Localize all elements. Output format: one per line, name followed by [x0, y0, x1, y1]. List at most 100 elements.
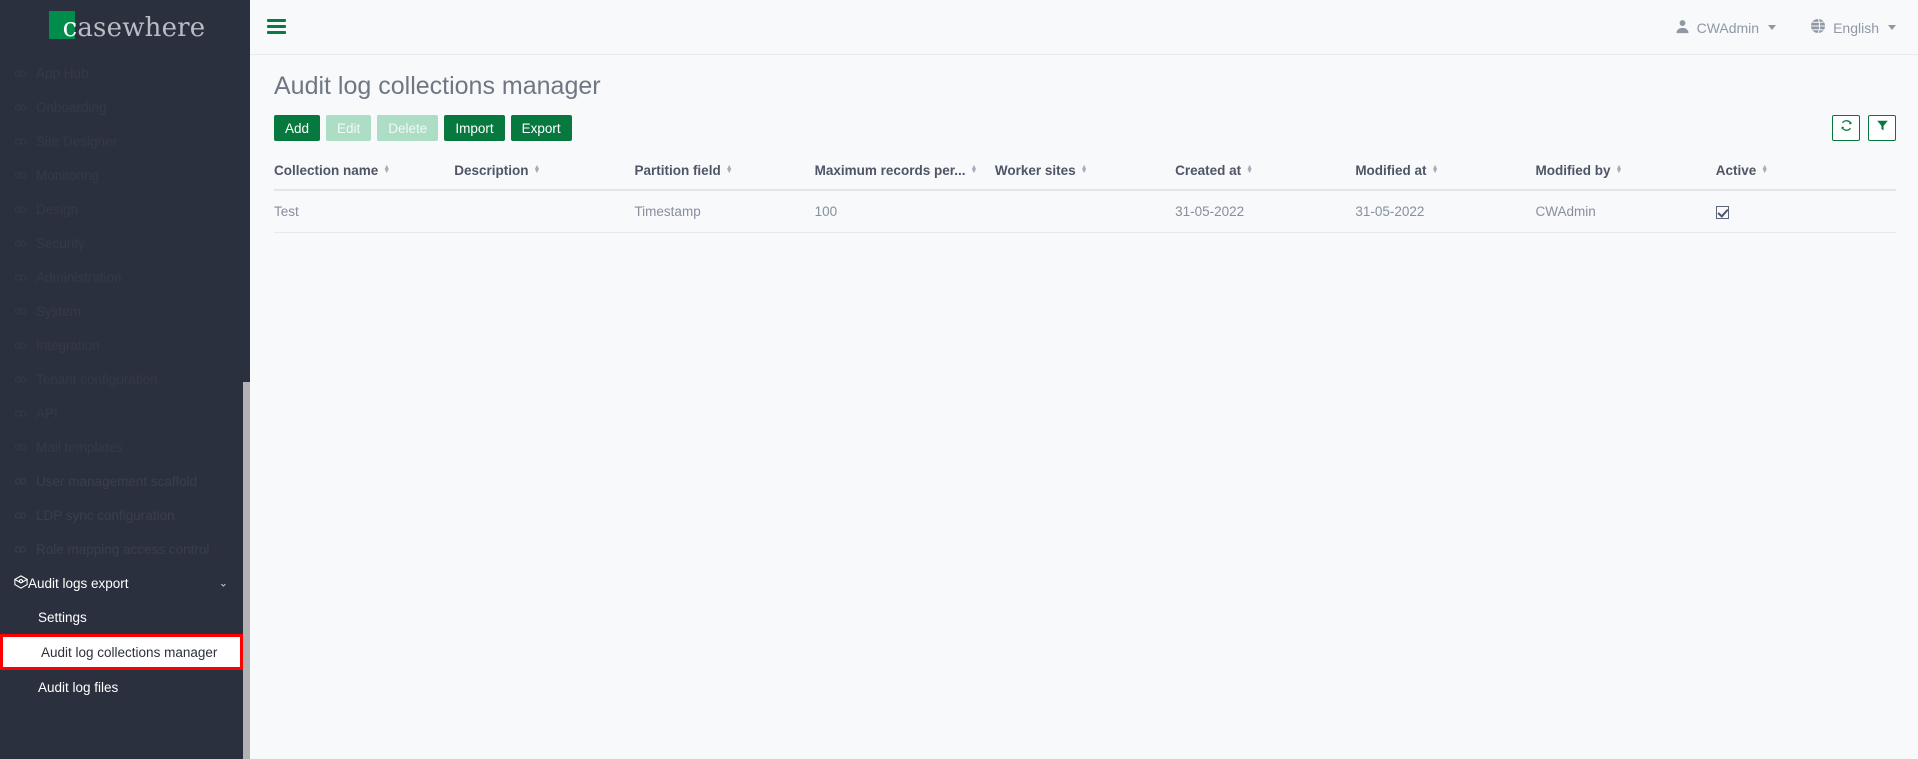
toolbar-icon-buttons: [1832, 115, 1896, 141]
sidebar-item-design[interactable]: Design: [0, 192, 250, 226]
sidebar-scrollbar-track[interactable]: [243, 0, 250, 759]
filter-button[interactable]: [1868, 115, 1896, 141]
sort-toggle-icon[interactable]: ▲ ▼: [533, 164, 540, 175]
sidebar-item-label: Role mapping access control: [36, 541, 210, 557]
hamburger-icon[interactable]: [267, 19, 286, 35]
delete-button: Delete: [377, 115, 439, 141]
column-header-label: Active: [1715, 163, 1757, 178]
sidebar-item-monitoring[interactable]: Monitoring: [0, 158, 250, 192]
cube-icon: [13, 574, 29, 592]
table-head: Collection name ▲ ▼ Description ▲ ▼ Partition …: [274, 163, 1896, 191]
export-button[interactable]: Export: [510, 115, 572, 141]
sidebar-item-site-designer[interactable]: Site Designer: [0, 124, 250, 158]
sidebar-item-api[interactable]: API: [0, 396, 250, 430]
sidebar-scrollbar-thumb[interactable]: [243, 382, 250, 759]
sidebar-item-label: Settings: [38, 609, 87, 625]
column-header-label: Collection name: [274, 163, 379, 178]
sort-toggle-icon[interactable]: ▲ ▼: [383, 164, 390, 175]
filter-icon: [1876, 119, 1889, 137]
sidebar-item-integration[interactable]: Integration: [0, 328, 250, 362]
sync-icon: [14, 509, 36, 522]
sort-toggle-icon[interactable]: ▲ ▼: [970, 164, 977, 175]
app-logo[interactable]: casewhere: [0, 0, 250, 56]
shield-icon: [14, 237, 36, 250]
sidebar-item-onboarding[interactable]: Onboarding: [0, 90, 250, 124]
toolbar-buttons: Add Edit Delete Import Export: [274, 115, 572, 141]
column-header-collection-name[interactable]: Collection name ▲ ▼: [274, 163, 455, 191]
column-header-modified-by[interactable]: Modified by ▲ ▼: [1535, 163, 1716, 191]
sidebar-item-app-hub[interactable]: App Hub: [0, 56, 250, 90]
main-content: Audit log collections manager Add Edit Del…: [250, 55, 1918, 759]
sidebar-item-settings[interactable]: Settings: [0, 600, 250, 634]
chevron-down-icon[interactable]: ⌄: [219, 577, 228, 590]
column-header-label: Maximum records per...: [814, 163, 966, 178]
column-header-label: Modified at: [1355, 163, 1427, 178]
sidebar-item-administration[interactable]: Administration: [0, 260, 250, 294]
import-button[interactable]: Import: [444, 115, 505, 141]
globe-icon: [1810, 18, 1826, 37]
sidebar-item-label: System: [36, 303, 82, 319]
sort-toggle-icon[interactable]: ▲ ▼: [726, 164, 733, 175]
sidebar-nav-secondary: User management scaffold LDP sync configu…: [0, 464, 250, 566]
cell-created-at: 31-05-2022: [1175, 190, 1356, 233]
sidebar-item-label: Integration: [36, 337, 100, 353]
sidebar-item-system[interactable]: System: [0, 294, 250, 328]
sidebar-item-tenant-configuration[interactable]: Tenant configuration: [0, 362, 250, 396]
add-button[interactable]: Add: [274, 115, 321, 141]
sidebar-nav-primary: App Hub Onboarding Site Designer Monitoring…: [0, 56, 250, 464]
sidebar-item-label: Security: [36, 235, 85, 251]
users-icon: [14, 475, 36, 488]
cell-active: [1715, 190, 1896, 233]
hamburger-bar: [267, 19, 286, 22]
sidebar-item-label: Administration: [36, 269, 122, 285]
sort-toggle-icon[interactable]: ▲ ▼: [1761, 164, 1768, 175]
column-header-partition-field[interactable]: Partition field ▲ ▼: [634, 163, 815, 191]
cog-icon: [14, 305, 36, 318]
cell-partition-field: Timestamp: [634, 190, 815, 233]
sidebar: casewhere App Hub Onboarding Site Designer…: [0, 0, 250, 759]
data-grid: Collection name ▲ ▼ Description ▲ ▼ Partition …: [272, 163, 1896, 233]
refresh-icon: [1840, 119, 1853, 137]
table-row[interactable]: Test Timestamp 100 31-05-2022 31-05-2022 CWAd…: [274, 190, 1896, 233]
grid-icon: [14, 67, 36, 80]
sidebar-item-user-management-scaffold[interactable]: User management scaffold: [0, 464, 250, 498]
column-header-description[interactable]: Description ▲ ▼: [454, 163, 635, 191]
sidebar-group-label: Audit logs export: [28, 575, 129, 591]
sidebar-item-label: Audit log collections manager: [41, 644, 218, 660]
column-header-label: Modified by: [1535, 163, 1611, 178]
column-header-label: Worker sites: [994, 163, 1076, 178]
column-header-modified-at[interactable]: Modified at ▲ ▼: [1355, 163, 1536, 191]
hamburger-bar: [267, 31, 286, 34]
user-menu[interactable]: CWAdmin: [1675, 19, 1777, 37]
cell-modified-by: CWAdmin: [1535, 190, 1716, 233]
sidebar-item-audit-log-files[interactable]: Audit log files: [0, 670, 250, 704]
active-checkbox-checked[interactable]: [1715, 205, 1729, 219]
sort-toggle-icon[interactable]: ▲ ▼: [1432, 164, 1439, 175]
column-header-label: Partition field: [634, 163, 721, 178]
table-header-row: Collection name ▲ ▼ Description ▲ ▼ Partition …: [274, 163, 1896, 191]
column-header-created-at[interactable]: Created at ▲ ▼: [1175, 163, 1356, 191]
sort-toggle-icon[interactable]: ▲ ▼: [1246, 164, 1253, 175]
link-icon: [14, 101, 36, 114]
cell-maximum-records-per: 100: [814, 190, 995, 233]
table-body: Test Timestamp 100 31-05-2022 31-05-2022 CWAd…: [274, 190, 1896, 233]
sidebar-item-label: Design: [36, 201, 79, 217]
sidebar-item-role-mapping-access-control[interactable]: Role mapping access control: [0, 532, 250, 566]
logo-text: casewhere: [49, 13, 206, 43]
cell-modified-at: 31-05-2022: [1355, 190, 1536, 233]
sidebar-item-ldp-sync-configuration[interactable]: LDP sync configuration: [0, 498, 250, 532]
sidebar-group-audit-logs-export[interactable]: Audit logs export ⌄: [0, 566, 250, 600]
refresh-button[interactable]: [1832, 115, 1860, 141]
action-toolbar: Add Edit Delete Import Export: [272, 115, 1896, 141]
sidebar-item-mail-templates[interactable]: Mail templates: [0, 430, 250, 464]
language-menu[interactable]: English: [1810, 18, 1896, 37]
sidebar-subnav: Settings Audit log collections manager Aud…: [0, 600, 250, 704]
sidebar-item-audit-log-collections-manager[interactable]: Audit log collections manager: [0, 634, 243, 670]
column-header-worker-sites[interactable]: Worker sites ▲ ▼: [994, 163, 1176, 191]
sort-toggle-icon[interactable]: ▲ ▼: [1616, 164, 1623, 175]
sidebar-item-security[interactable]: Security: [0, 226, 250, 260]
top-bar-right: CWAdmin English: [1675, 0, 1896, 55]
column-header-maximum-records-per[interactable]: Maximum records per... ▲ ▼: [814, 163, 995, 191]
column-header-active[interactable]: Active ▲ ▼: [1715, 163, 1896, 191]
sort-toggle-icon[interactable]: ▲ ▼: [1081, 164, 1088, 175]
